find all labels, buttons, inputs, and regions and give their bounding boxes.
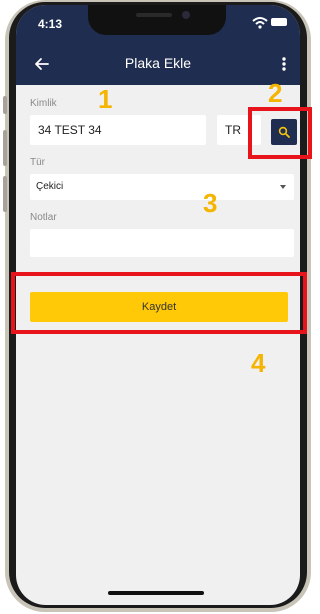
status-time: 4:13 — [38, 17, 63, 31]
phone-side-button — [3, 176, 7, 212]
speaker — [136, 13, 172, 17]
wifi-icon — [252, 17, 268, 29]
phone-side-button — [3, 96, 7, 114]
tur-select[interactable]: Çekici — [30, 174, 294, 200]
battery-icon — [271, 18, 287, 26]
annotation-box-search — [248, 107, 312, 159]
kimlik-input[interactable]: 34 TEST 34 — [30, 115, 206, 145]
page-title: Plaka Ekle — [124, 55, 192, 71]
camera — [182, 11, 190, 19]
dropdown-arrow-icon — [280, 185, 286, 189]
annotation-box-save — [11, 272, 307, 334]
kimlik-label: Kimlik — [30, 98, 57, 109]
tur-label: Tür — [30, 157, 45, 168]
notch — [88, 5, 226, 35]
more-vertical-icon[interactable] — [280, 55, 288, 73]
home-indicator — [108, 591, 204, 595]
phone-side-button — [3, 130, 7, 166]
notlar-input[interactable] — [30, 229, 294, 257]
app-bar: Plaka Ekle — [16, 43, 300, 85]
status-bar: 4:13 — [16, 5, 300, 43]
annotation-number-4: 4 — [251, 348, 266, 378]
annotation-number-2: 2 — [268, 78, 283, 108]
notlar-label: Notlar — [30, 212, 57, 223]
annotation-number-1: 1 — [98, 84, 113, 114]
tur-selected-value: Çekici — [36, 181, 64, 192]
annotation-number-3: 3 — [203, 188, 218, 218]
